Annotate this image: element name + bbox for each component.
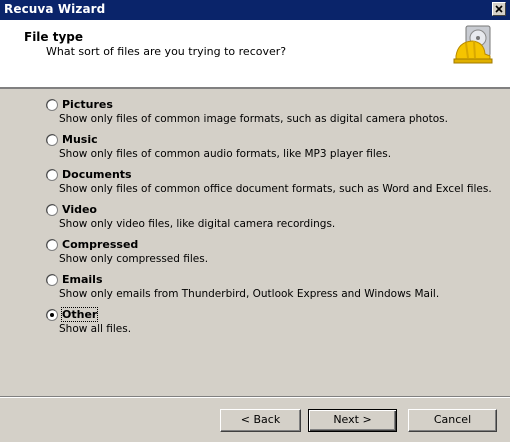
radio-button[interactable]: [46, 134, 58, 146]
option-description: Show only video files, like digital came…: [59, 218, 336, 230]
option-label: Compressed: [62, 238, 139, 251]
option-description: Show only files of common image formats,…: [59, 113, 448, 125]
radio-button-selected[interactable]: [46, 309, 58, 321]
close-button[interactable]: [492, 2, 506, 16]
radio-button[interactable]: [46, 204, 58, 216]
option-label: Pictures: [62, 98, 113, 111]
option-label: Other: [60, 307, 99, 322]
window-title: Recuva Wizard: [4, 2, 106, 16]
option-label: Documents: [62, 168, 132, 181]
option-description: Show only compressed files.: [59, 253, 209, 265]
header-divider: [0, 88, 510, 89]
option-description: Show all files.: [59, 323, 132, 335]
footer-divider-highlight: [0, 397, 510, 398]
option-description: Show only files of common audio formats,…: [59, 148, 392, 160]
option-description: Show only emails from Thunderbird, Outlo…: [59, 288, 440, 300]
page-subtitle: What sort of files are you trying to rec…: [46, 45, 287, 58]
radio-button[interactable]: [46, 99, 58, 111]
back-button[interactable]: < Back: [220, 409, 301, 432]
radio-button[interactable]: [46, 274, 58, 286]
wizard-header: File type What sort of files are you try…: [0, 20, 510, 88]
close-icon: [495, 5, 503, 13]
option-label: Emails: [62, 273, 103, 286]
option-description: Show only files of common office documen…: [59, 183, 492, 195]
radio-button[interactable]: [46, 239, 58, 251]
option-label: Video: [62, 203, 97, 216]
option-label: Music: [62, 133, 98, 146]
radio-button[interactable]: [46, 169, 58, 181]
next-button[interactable]: Next >: [308, 409, 397, 432]
recuva-hardhat-logo-icon: [453, 25, 493, 64]
page-title: File type: [24, 30, 84, 44]
title-bar[interactable]: Recuva Wizard: [0, 0, 510, 20]
wizard-window: Recuva Wizard File type What sort of fil…: [0, 0, 510, 442]
cancel-button[interactable]: Cancel: [408, 409, 497, 432]
